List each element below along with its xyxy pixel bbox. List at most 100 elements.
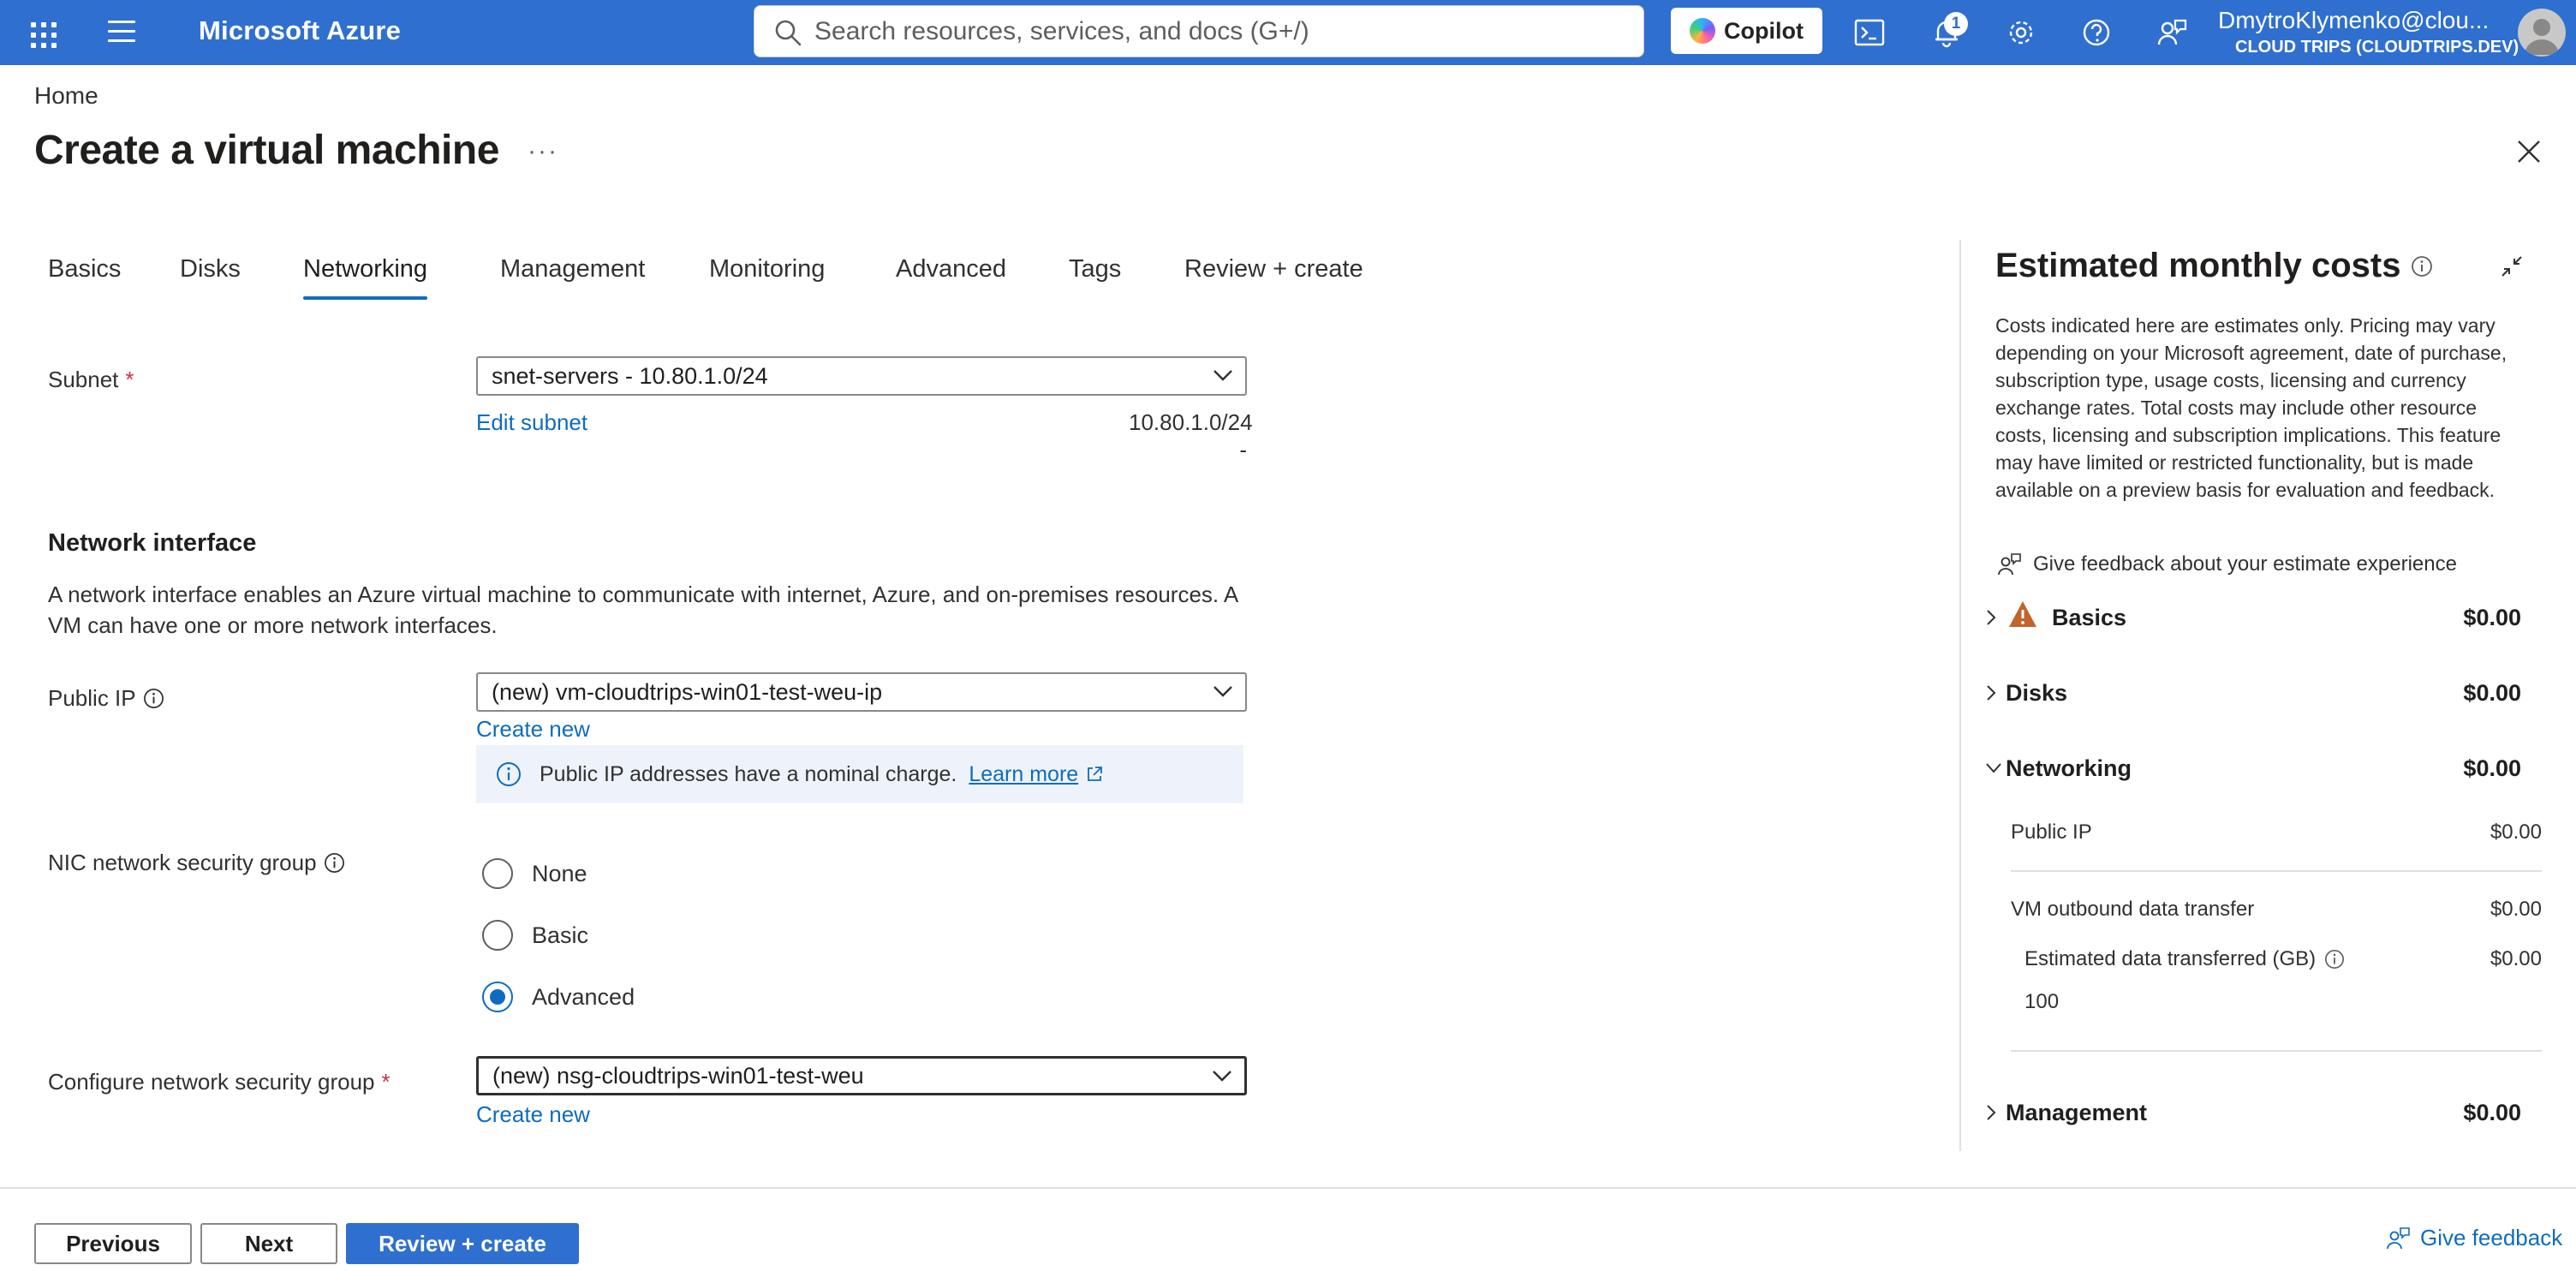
more-options-button[interactable]: ··· [528, 137, 558, 166]
cost-section-management-label: Management [2006, 1100, 2148, 1125]
tab-disks[interactable]: Disks [180, 255, 241, 283]
nsg-option-none[interactable]: None [482, 858, 587, 889]
app-launcher-icon[interactable] [26, 17, 57, 48]
help-icon[interactable] [2079, 15, 2114, 50]
required-marker: * [381, 1069, 391, 1095]
cost-section-management[interactable]: Management $0.00 [1985, 1095, 2521, 1132]
cost-item-public-ip: Public IP $0.00 [2011, 820, 2542, 844]
brand-title[interactable]: Microsoft Azure [199, 15, 401, 46]
required-marker: * [125, 367, 134, 392]
cost-section-networking[interactable]: Networking $0.00 [1985, 750, 2521, 788]
warning-icon [2009, 601, 2036, 627]
estimate-feedback-text: Give feedback about your estimate experi… [2033, 552, 2457, 576]
cost-item-outbound: VM outbound data transfer $0.00 [2011, 898, 2542, 922]
chevron-right-icon [1987, 1105, 1996, 1120]
next-button[interactable]: Next [200, 1223, 337, 1264]
nsg-option-advanced[interactable]: Advanced [482, 982, 635, 1012]
info-icon [497, 762, 521, 786]
cost-section-basics[interactable]: Basics $0.00 [1985, 600, 2521, 637]
chevron-down-icon [1986, 763, 2001, 773]
public-ip-info-bar: Public IP addresses have a nominal charg… [476, 745, 1243, 803]
subnet-range-dash: - [1239, 437, 1247, 462]
info-icon[interactable] [324, 852, 345, 874]
cost-section-networking-amount: $0.00 [2463, 755, 2521, 781]
external-link-icon [1088, 767, 1103, 781]
radio-circle[interactable] [482, 920, 513, 951]
cost-section-networking-label: Networking [2006, 755, 2132, 781]
learn-more-link[interactable]: Learn more [969, 762, 1078, 787]
nic-nsg-label-text: NIC network security group [48, 850, 317, 875]
public-ip-create-new-link[interactable]: Create new [476, 716, 590, 743]
footer-divider [0, 1187, 2576, 1189]
estimated-data-value[interactable]: 100 [2024, 990, 2281, 1014]
nic-nsg-label: NIC network security group [48, 850, 345, 876]
copilot-button[interactable]: Copilot [1671, 8, 1822, 54]
review-create-button[interactable]: Review + create [346, 1223, 579, 1264]
radio-circle[interactable] [482, 858, 513, 889]
notification-badge: 1 [1944, 12, 1968, 36]
feedback-person-icon [1998, 553, 2021, 576]
avatar[interactable] [2518, 9, 2566, 57]
cost-section-basics-label: Basics [2052, 605, 2127, 630]
public-ip-dropdown[interactable]: (new) vm-cloudtrips-win01-test-weu-ip [476, 672, 1247, 712]
search-input[interactable] [814, 15, 1619, 49]
cost-section-disks[interactable]: Disks $0.00 [1985, 675, 2521, 713]
public-ip-label-text: Public IP [48, 685, 136, 711]
tab-tags[interactable]: Tags [1069, 255, 1121, 283]
nsg-option-basic-label: Basic [532, 922, 589, 948]
cost-item-public-ip-label: Public IP [2011, 820, 2092, 844]
info-icon[interactable] [143, 688, 164, 709]
cost-item-outbound-label: VM outbound data transfer [2011, 898, 2255, 921]
public-ip-value: (new) vm-cloudtrips-win01-test-weu-ip [492, 679, 883, 705]
subnet-address-range: 10.80.1.0/24 [1129, 409, 1253, 435]
info-icon[interactable] [2411, 255, 2433, 277]
configure-nsg-dropdown[interactable]: (new) nsg-cloudtrips-win01-test-weu [476, 1056, 1247, 1095]
panel-divider [1959, 240, 1961, 1151]
cost-section-management-amount: $0.00 [2463, 1100, 2521, 1125]
collapse-panel-icon[interactable] [2499, 254, 2525, 279]
feedback-icon [2387, 1226, 2410, 1249]
account-name[interactable]: DmytroKlymenko@clou... [2218, 7, 2489, 34]
chevron-right-icon [1987, 610, 1996, 625]
public-ip-info-text: Public IP addresses have a nominal charg… [540, 761, 957, 786]
cost-section-basics-amount: $0.00 [2463, 605, 2521, 630]
tab-basics[interactable]: Basics [48, 255, 121, 283]
configure-nsg-label-text: Configure network security group [48, 1069, 375, 1095]
divider [2011, 1050, 2542, 1052]
cost-panel-title-text: Estimated monthly costs [1995, 247, 2401, 284]
chevron-down-icon [1213, 370, 1232, 381]
radio-circle-selected[interactable] [482, 982, 513, 1012]
subnet-label: Subnet * [48, 367, 134, 393]
network-interface-description: A network interface enables an Azure vir… [48, 582, 1237, 638]
breadcrumb-home[interactable]: Home [34, 82, 98, 110]
cost-section-disks-label: Disks [2006, 680, 2068, 706]
close-icon[interactable] [2516, 139, 2542, 164]
tab-advanced[interactable]: Advanced [896, 255, 1006, 283]
info-icon[interactable] [2324, 949, 2345, 970]
public-ip-label: Public IP [48, 685, 164, 712]
settings-gear-icon[interactable] [2004, 15, 2038, 50]
cost-panel-title: Estimated monthly costs [1995, 247, 2433, 285]
configure-nsg-create-new-link[interactable]: Create new [476, 1101, 590, 1128]
tab-review-create[interactable]: Review + create [1184, 255, 1363, 283]
tab-management[interactable]: Management [500, 255, 645, 283]
account-directory[interactable]: CLOUD TRIPS (CLOUDTRIPS.DEV) [2235, 38, 2519, 57]
cost-disclaimer: Costs indicated here are estimates only.… [1995, 314, 2507, 501]
cost-item-public-ip-amount: $0.00 [2490, 820, 2542, 844]
search-box[interactable] [754, 5, 1644, 57]
estimate-feedback-link[interactable]: Give feedback about your estimate experi… [1997, 552, 2457, 577]
edit-subnet-link[interactable]: Edit subnet [476, 409, 587, 436]
cost-item-estimated-data: Estimated data transferred (GB) $0.00 [2024, 947, 2542, 971]
previous-button[interactable]: Previous [34, 1223, 192, 1264]
cloud-shell-icon[interactable] [1852, 15, 1887, 50]
user-avatar-icon [2525, 19, 2559, 55]
subnet-label-text: Subnet [48, 367, 119, 392]
give-feedback-link[interactable]: Give feedback [2386, 1225, 2562, 1251]
feedback-icon[interactable] [2155, 15, 2189, 50]
copilot-icon [1690, 18, 1715, 44]
tab-networking[interactable]: Networking [303, 255, 428, 300]
tab-monitoring[interactable]: Monitoring [709, 255, 825, 283]
menu-icon[interactable] [108, 21, 135, 45]
subnet-dropdown[interactable]: snet-servers - 10.80.1.0/24 [476, 356, 1247, 396]
nsg-option-basic[interactable]: Basic [482, 920, 588, 951]
